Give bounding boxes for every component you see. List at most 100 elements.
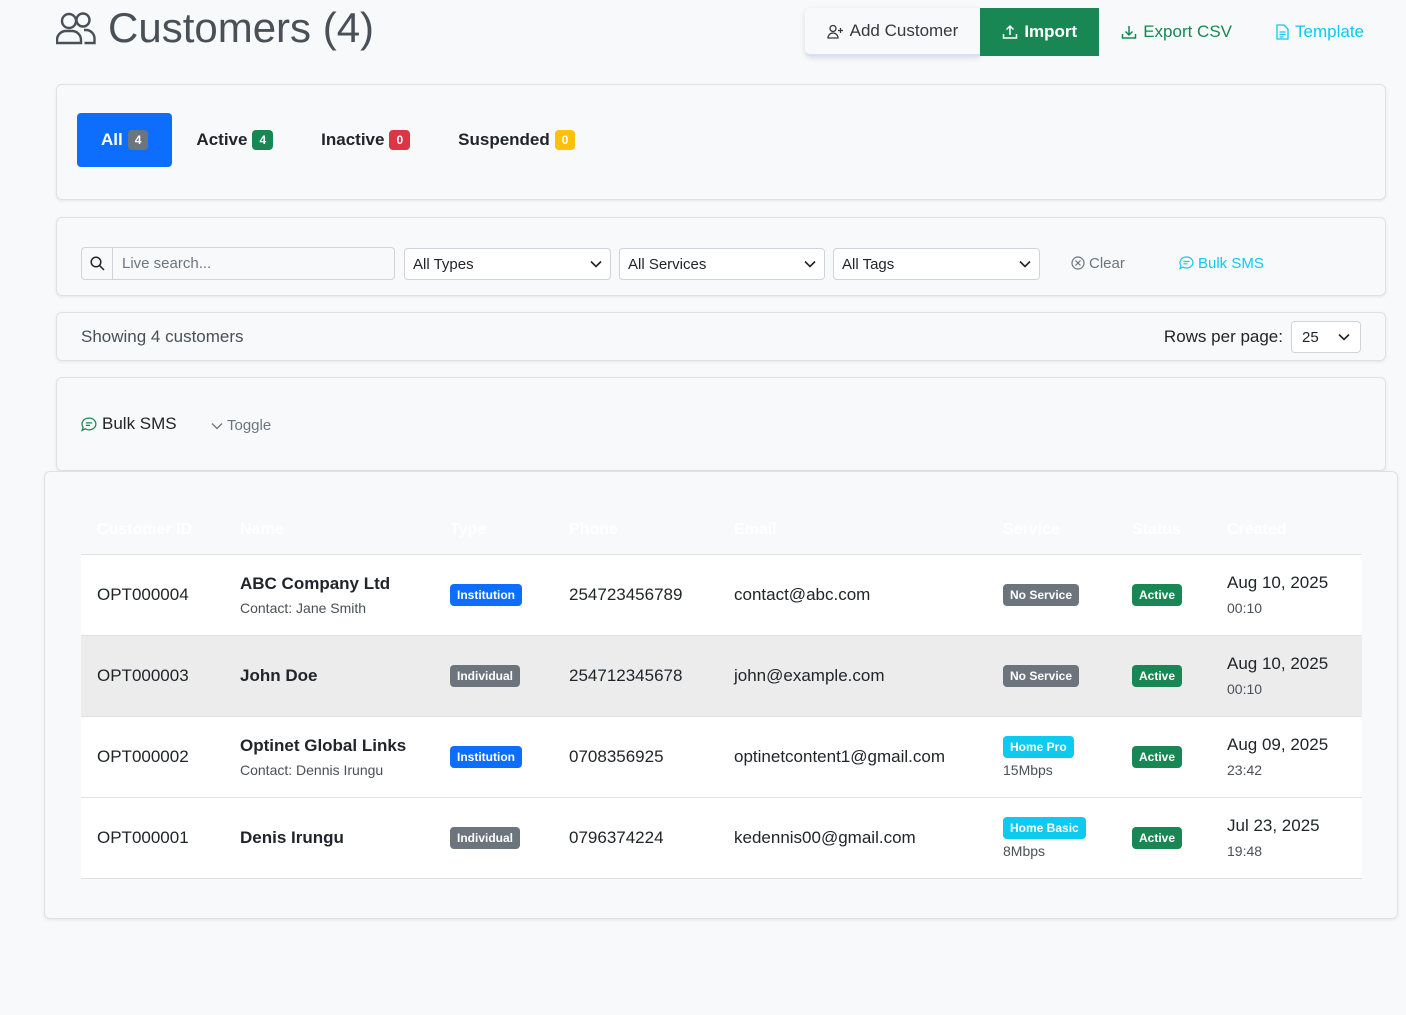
customer-contact: Contact: Jane Smith <box>240 599 367 616</box>
service-select-value: All Services <box>628 255 707 273</box>
service-select[interactable]: All Services <box>619 248 825 280</box>
clear-filters-button[interactable]: Clear <box>1071 248 1125 278</box>
bulk-sms-button[interactable]: Bulk SMS <box>1179 248 1264 278</box>
chevron-down-icon <box>1019 260 1031 268</box>
type-badge: Individual <box>450 664 521 687</box>
count-badge: 4 <box>127 130 149 150</box>
tab-active[interactable]: Active 4 <box>172 113 297 167</box>
created-date: Jul 23, 2025 <box>1227 816 1320 835</box>
tab-label: Suspended <box>458 130 550 149</box>
email: optinetcontent1@gmail.com <box>718 716 987 798</box>
created-date: Aug 10, 2025 <box>1227 573 1329 592</box>
rows-per-page-label: Rows per page: <box>1163 327 1283 346</box>
import-button[interactable]: Import <box>980 8 1100 56</box>
tab-label: Inactive <box>321 130 385 149</box>
export-csv-label: Export CSV <box>1143 22 1233 41</box>
status-cell: Active <box>1116 716 1211 798</box>
count-badge: 4 <box>252 130 274 150</box>
type-cell: Institution <box>434 716 553 798</box>
email: john@example.com <box>718 635 987 717</box>
chat-icon <box>1179 256 1194 270</box>
col-customer-id[interactable]: Customer ID <box>81 506 224 555</box>
customer-name[interactable]: ABC Company Ltd <box>240 574 434 594</box>
col-phone[interactable]: Phone <box>553 506 718 555</box>
created-cell: Aug 10, 2025 00:10 <box>1211 635 1362 717</box>
table-row[interactable]: OPT000003 John Doe Individual 2547123456… <box>81 635 1362 717</box>
tab-all[interactable]: All 4 <box>77 113 173 167</box>
email: kedennis00@gmail.com <box>718 797 987 879</box>
service-speed: 15Mbps <box>1003 761 1053 778</box>
type-cell: Institution <box>434 554 553 636</box>
col-status[interactable]: Status <box>1116 506 1211 555</box>
toggle-label: Toggle <box>227 417 272 434</box>
download-icon <box>1121 26 1137 39</box>
count-badge: 0 <box>389 130 411 150</box>
file-text-icon <box>1276 24 1289 40</box>
template-button[interactable]: Template <box>1254 8 1386 56</box>
phone: 254712345678 <box>553 635 718 717</box>
search-input[interactable] <box>113 247 395 280</box>
search-group <box>81 247 395 280</box>
col-name[interactable]: Name <box>224 506 434 555</box>
tags-select-value: All Tags <box>842 255 895 273</box>
page-title-text: Customers (4) <box>108 4 375 51</box>
service-cell: No Service <box>987 635 1116 717</box>
table-row[interactable]: OPT000004 ABC Company Ltd Contact: Jane … <box>81 554 1362 636</box>
tab-suspended[interactable]: Suspended 0 <box>434 113 599 167</box>
customer-name[interactable]: Denis Irungu <box>240 828 434 848</box>
col-email[interactable]: Email <box>718 506 987 555</box>
created-time: 00:10 <box>1227 600 1263 616</box>
table-row[interactable]: OPT000002 Optinet Global Links Contact: … <box>81 716 1362 798</box>
count-badge: 0 <box>554 130 576 150</box>
users-icon <box>56 12 96 45</box>
chat-icon <box>81 416 97 432</box>
page-title: Customers (4) <box>56 4 374 52</box>
rows-per-page-select[interactable]: 25 <box>1291 321 1361 353</box>
bulk-sms-panel-title: Bulk SMS <box>81 414 177 434</box>
type-select-value: All Types <box>413 255 474 273</box>
phone: 0708356925 <box>553 716 718 798</box>
col-type[interactable]: Type <box>434 506 553 555</box>
toggle-button[interactable]: Toggle <box>211 417 271 434</box>
bulk-sms-label: Bulk SMS <box>1198 254 1264 272</box>
table-row[interactable]: OPT000001 Denis Irungu Individual 079637… <box>81 797 1362 879</box>
summary-card: Showing 4 customers Rows per page: 25 <box>56 312 1386 361</box>
service-speed: 8Mbps <box>1003 842 1046 859</box>
chevron-down-icon <box>590 260 602 268</box>
col-service[interactable]: Service <box>987 506 1116 555</box>
bulk-sms-panel-label: Bulk SMS <box>102 414 177 433</box>
customer-name-cell: ABC Company Ltd Contact: Jane Smith <box>224 554 434 636</box>
search-icon <box>89 256 105 271</box>
type-badge: Institution <box>450 745 522 768</box>
status-cell: Active <box>1116 554 1211 636</box>
email: contact@abc.com <box>718 554 987 636</box>
created-time: 00:10 <box>1227 681 1263 697</box>
tags-select[interactable]: All Tags <box>833 248 1040 280</box>
service-badge: Home Pro <box>1003 735 1074 758</box>
customer-name-cell: Optinet Global Links Contact: Dennis Iru… <box>224 716 434 798</box>
customers-table: Customer ID Name Type Phone Email Servic… <box>81 506 1362 879</box>
header-actions: Add Customer Import Export CSV Template <box>804 8 1386 56</box>
service-badge: Home Basic <box>1003 816 1086 839</box>
type-select[interactable]: All Types <box>404 248 611 280</box>
status-cell: Active <box>1116 797 1211 879</box>
type-badge: Institution <box>450 583 522 606</box>
rows-per-page-value: 25 <box>1302 328 1319 346</box>
phone: 0796374224 <box>553 797 718 879</box>
service-badge: No Service <box>1003 583 1080 606</box>
chevron-down-icon <box>804 260 816 268</box>
created-date: Aug 09, 2025 <box>1227 735 1329 754</box>
customer-name[interactable]: Optinet Global Links <box>240 736 434 756</box>
chevron-down-icon <box>211 422 223 429</box>
export-csv-button[interactable]: Export CSV <box>1099 8 1254 56</box>
customer-id: OPT000003 <box>81 635 224 717</box>
upload-icon <box>1003 24 1018 39</box>
tab-inactive[interactable]: Inactive 0 <box>297 113 434 167</box>
customer-name[interactable]: John Doe <box>240 666 434 686</box>
bulk-sms-panel: Bulk SMS Toggle <box>56 377 1386 471</box>
add-customer-button[interactable]: Add Customer <box>804 8 981 56</box>
col-created[interactable]: Created <box>1211 506 1362 555</box>
customer-contact: Contact: Dennis Irungu <box>240 761 384 778</box>
customers-table-card: Customer ID Name Type Phone Email Servic… <box>44 471 1398 919</box>
created-time: 19:48 <box>1227 843 1263 859</box>
